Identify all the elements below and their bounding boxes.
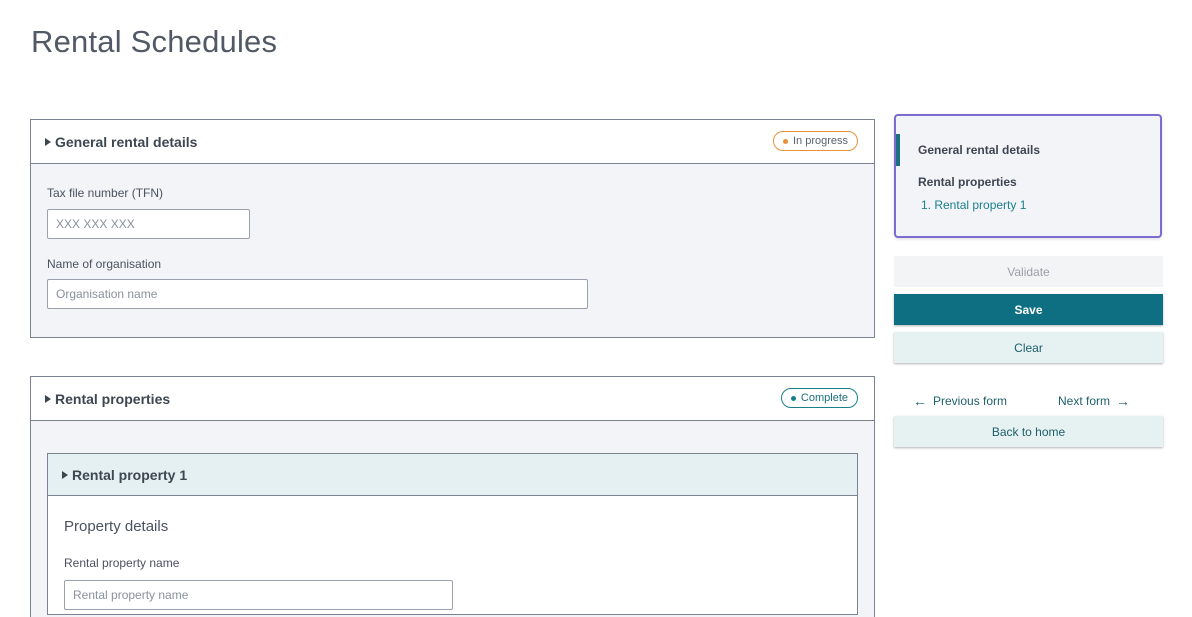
status-badge-label: Complete (800, 392, 848, 404)
rental-property-1-header[interactable]: Rental property 1 (48, 454, 857, 496)
organisation-input[interactable] (47, 279, 588, 309)
previous-form-label: Previous form (933, 394, 1008, 408)
back-to-home-button[interactable]: Back to home (894, 416, 1163, 447)
rental-properties-title: Rental properties (55, 391, 171, 407)
nav-general-rental-details[interactable]: General rental details (918, 143, 1040, 157)
caret-right-icon (45, 138, 51, 146)
next-form-link[interactable]: Next form → (1058, 393, 1130, 409)
page-title: Rental Schedules (31, 24, 278, 59)
rental-property-name-label: Rental property name (64, 556, 180, 570)
general-rental-details-header[interactable]: General rental details In progress (31, 120, 874, 164)
arrow-left-icon: ← (913, 393, 927, 409)
rental-property-1-panel: Rental property 1 Property details Renta… (47, 453, 858, 615)
general-rental-details-panel: General rental details In progress Tax f… (30, 119, 875, 338)
clear-button[interactable]: Clear (894, 332, 1163, 363)
rental-property-1-title: Rental property 1 (72, 467, 188, 483)
status-badge-label: In progress (792, 135, 848, 147)
save-button[interactable]: Save (894, 294, 1163, 325)
rental-property-name-input[interactable] (64, 580, 453, 610)
status-badge: Complete (780, 388, 858, 408)
rental-properties-panel: Rental properties Complete Rental proper… (30, 376, 875, 617)
organisation-label: Name of organisation (47, 257, 162, 271)
property-details-heading: Property details (64, 518, 169, 535)
active-indicator (896, 134, 900, 166)
tfn-input[interactable] (47, 209, 250, 239)
form-navigation-card: General rental details Rental properties… (894, 114, 1162, 238)
caret-right-icon (45, 395, 51, 403)
tfn-label: Tax file number (TFN) (47, 186, 164, 200)
next-form-label: Next form (1058, 394, 1111, 408)
status-dot-icon (790, 395, 796, 401)
previous-form-link[interactable]: ← Previous form (913, 393, 1007, 409)
rental-properties-header[interactable]: Rental properties Complete (31, 377, 874, 421)
validate-button[interactable]: Validate (894, 256, 1163, 287)
general-rental-details-title: General rental details (55, 134, 198, 150)
status-badge: In progress (772, 131, 858, 151)
status-dot-icon (782, 138, 788, 144)
nav-rental-property-1[interactable]: 1. Rental property 1 (921, 198, 1026, 212)
arrow-right-icon: → (1116, 393, 1131, 409)
nav-rental-properties[interactable]: Rental properties (918, 175, 1017, 189)
caret-right-icon (62, 471, 68, 479)
